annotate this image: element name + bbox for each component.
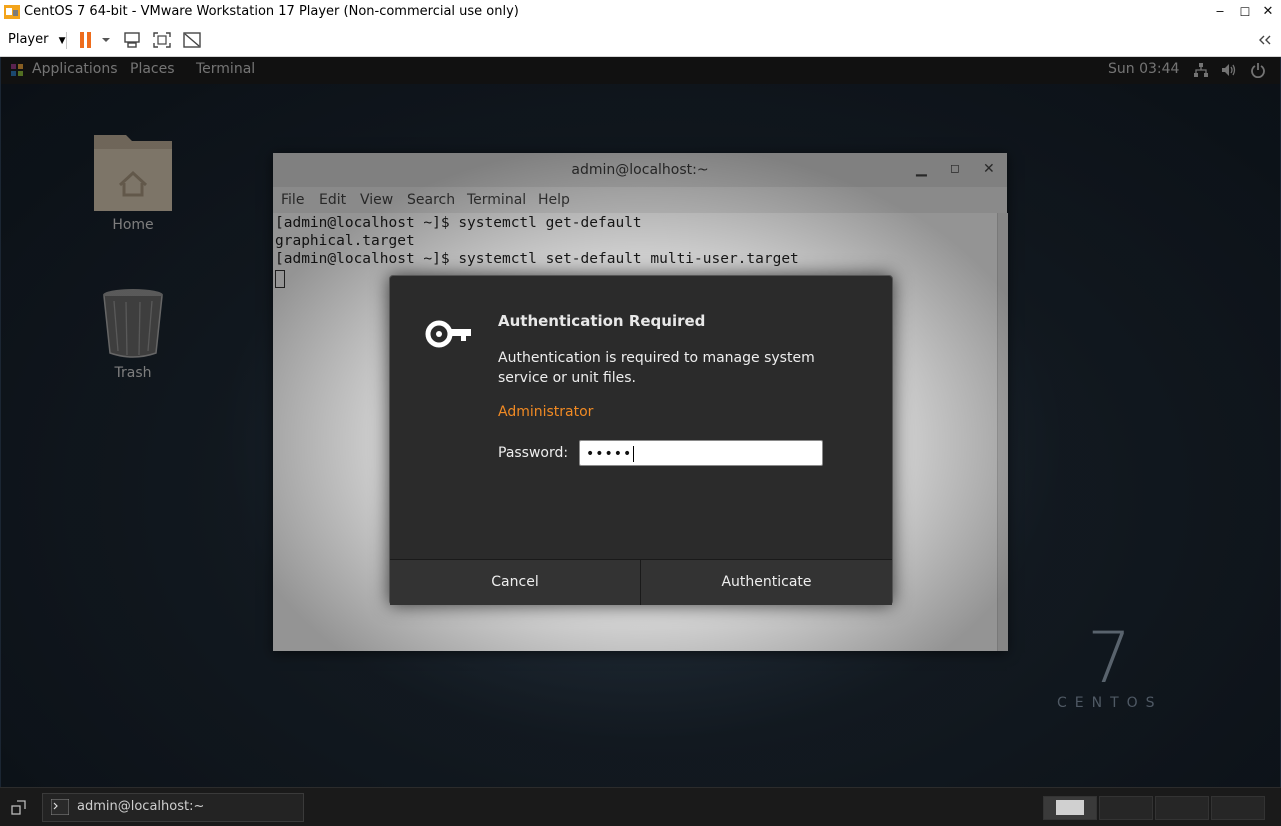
menu-help[interactable]: Help xyxy=(538,192,570,208)
terminal-maximize-button[interactable]: ◻ xyxy=(950,161,960,175)
player-label: Player xyxy=(8,32,49,47)
centos-wordmark: CENTOS xyxy=(1057,695,1163,711)
dropdown-icon[interactable] xyxy=(99,31,113,49)
taskbar-item-terminal[interactable]: admin@localhost:~ xyxy=(42,793,304,822)
terminal-close-button[interactable]: ✕ xyxy=(983,161,995,177)
chevron-down-icon: ▼ xyxy=(58,36,66,46)
home-label: Home xyxy=(112,217,154,233)
send-ctrl-alt-del-icon[interactable] xyxy=(122,31,142,49)
desktop-icon-trash[interactable]: Trash xyxy=(83,287,183,381)
auth-user-label[interactable]: Administrator xyxy=(498,404,593,420)
password-label: Password: xyxy=(498,445,569,461)
terminal-cursor xyxy=(275,270,285,288)
menu-file[interactable]: File xyxy=(281,192,304,208)
pause-icon[interactable] xyxy=(76,31,96,49)
clock[interactable]: Sun 03:44 xyxy=(1108,61,1179,77)
workspace-2[interactable] xyxy=(1099,796,1153,820)
centos-version-number: 7 xyxy=(1087,617,1132,699)
fullscreen-icon[interactable] xyxy=(152,31,172,49)
centos-logo-icon xyxy=(11,64,23,76)
gnome-bottom-taskbar: admin@localhost:~ xyxy=(0,787,1281,826)
menu-terminal[interactable]: Terminal xyxy=(467,192,526,208)
trash-label: Trash xyxy=(114,365,152,381)
player-menu-button[interactable]: Player ▼ xyxy=(8,32,66,47)
minimize-button[interactable]: ‒ xyxy=(1208,2,1232,22)
key-icon xyxy=(425,320,471,348)
gnome-top-panel: Applications Places Terminal Sun 03:44 xyxy=(1,57,1280,84)
vmware-titlebar: CentOS 7 64-bit - VMware Workstation 17 … xyxy=(0,0,1281,26)
dialog-button-row: Cancel Authenticate xyxy=(390,559,892,605)
dialog-heading: Authentication Required xyxy=(498,312,706,330)
show-desktop-icon[interactable] xyxy=(11,799,27,815)
network-icon[interactable] xyxy=(1193,62,1209,78)
maximize-button[interactable]: ☐ xyxy=(1233,2,1257,22)
menu-view[interactable]: View xyxy=(360,192,393,208)
terminal-icon xyxy=(51,799,69,815)
terminal-line: [admin@localhost ~]$ systemctl get-defau… xyxy=(275,215,642,231)
close-button[interactable]: ✕ xyxy=(1256,2,1280,22)
dialog-message: Authentication is required to manage sys… xyxy=(498,350,815,386)
window-title: CentOS 7 64-bit - VMware Workstation 17 … xyxy=(24,4,519,19)
menu-edit[interactable]: Edit xyxy=(319,192,346,208)
terminal-app-menu[interactable]: Terminal xyxy=(196,61,255,77)
terminal-title: admin@localhost:~ xyxy=(571,162,709,178)
guest-screen[interactable]: Applications Places Terminal Sun 03:44 H… xyxy=(1,57,1280,787)
terminal-minimize-button[interactable]: ▁ xyxy=(916,161,927,177)
authentication-dialog: Authentication Required Authentication i… xyxy=(389,275,893,605)
places-menu[interactable]: Places xyxy=(130,61,175,77)
collapse-toolbar-icon[interactable] xyxy=(1255,31,1275,49)
cancel-button[interactable]: Cancel xyxy=(390,560,641,605)
workspace-1[interactable] xyxy=(1043,796,1097,820)
terminal-line: [admin@localhost ~]$ systemctl set-defau… xyxy=(275,251,799,267)
power-icon[interactable] xyxy=(1250,62,1266,78)
vmware-app-icon xyxy=(4,5,20,19)
terminal-line: graphical.target xyxy=(275,233,415,249)
terminal-scrollbar[interactable] xyxy=(997,213,1008,651)
workspace-window-preview xyxy=(1056,800,1084,815)
password-value: ••••• xyxy=(586,446,633,462)
text-cursor xyxy=(633,446,635,462)
volume-icon[interactable] xyxy=(1221,62,1237,78)
trash-icon xyxy=(103,289,163,358)
authenticate-button[interactable]: Authenticate xyxy=(641,560,892,605)
workspace-3[interactable] xyxy=(1155,796,1209,820)
toolbar-divider xyxy=(66,32,67,49)
workspace-4[interactable] xyxy=(1211,796,1265,820)
menu-search[interactable]: Search xyxy=(407,192,455,208)
desktop-icon-home[interactable]: Home xyxy=(83,131,183,233)
taskbar-item-label: admin@localhost:~ xyxy=(77,799,205,814)
unity-icon[interactable] xyxy=(182,31,202,49)
home-folder-icon xyxy=(94,135,172,211)
terminal-titlebar[interactable]: admin@localhost:~ ▁ ◻ ✕ xyxy=(273,153,1007,188)
terminal-menubar: File Edit View Search Terminal Help xyxy=(273,187,1007,213)
applications-menu[interactable]: Applications xyxy=(32,61,118,77)
password-input[interactable]: ••••• xyxy=(579,440,823,466)
vmware-toolbar: Player ▼ xyxy=(0,25,1281,57)
